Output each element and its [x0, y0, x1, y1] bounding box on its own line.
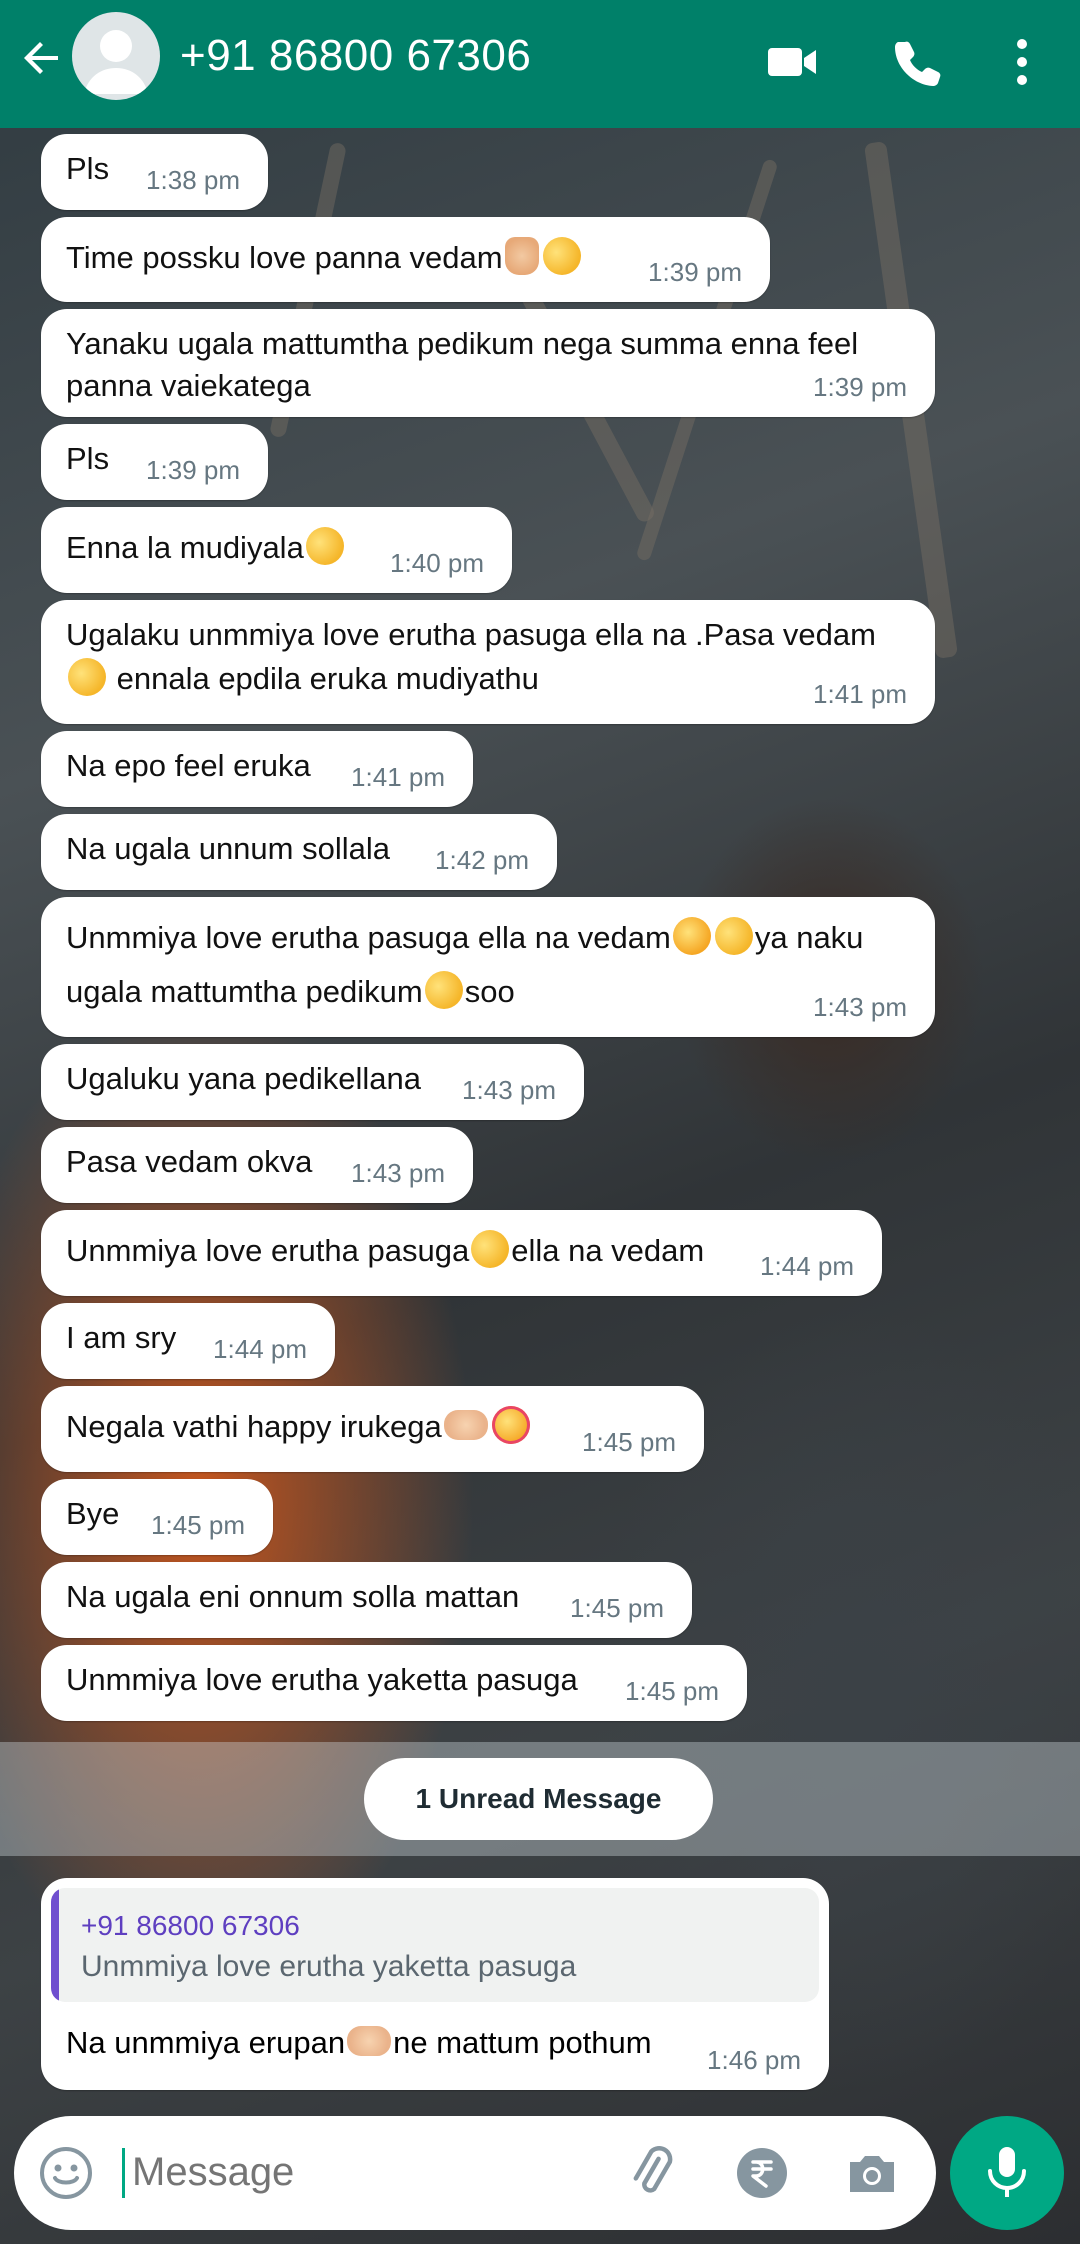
- message-time: 1:39 pm: [648, 257, 742, 287]
- message-time: 1:43 pm: [462, 1075, 556, 1105]
- rupee-payment-icon[interactable]: [736, 2147, 788, 2204]
- avatar[interactable]: [72, 12, 160, 100]
- message-text: Time possku love panna vedam: [66, 237, 583, 279]
- message-bubble[interactable]: Yanaku ugala mattumtha pedikum nega summ…: [41, 309, 935, 417]
- message-bubble[interactable]: Na ugala unnum sollala 1:42 pm: [41, 814, 557, 890]
- smiling-hearts-emoji-icon: [491, 1406, 530, 1444]
- message-time: 1:39 pm: [813, 372, 907, 402]
- pensive-emoji-icon: [714, 917, 753, 955]
- voice-call-icon[interactable]: [890, 34, 946, 90]
- quoted-text: Unmmiya love erutha yaketta pasuga: [81, 1950, 577, 1983]
- message-text: Na ugala unnum sollala: [66, 831, 390, 866]
- emoji-icon[interactable]: [38, 2145, 94, 2206]
- message-time: 1:44 pm: [760, 1251, 854, 1281]
- message-bubble[interactable]: Pasa vedam okva 1:43 pm: [41, 1127, 473, 1203]
- message-text: Ugaluku yana pedikellana: [66, 1061, 422, 1096]
- pray-emoji-icon: [504, 237, 539, 275]
- message-text: Unmmiya love erutha pasuga ella na vedam: [66, 1230, 704, 1272]
- message-text: Pasa vedam okva: [66, 1144, 313, 1179]
- message-bubble[interactable]: Unmmiya love erutha pasuga ella na vedam …: [41, 1210, 882, 1296]
- message-time: 1:42 pm: [435, 845, 529, 875]
- message-bubble[interactable]: Pls 1:39 pm: [41, 424, 268, 500]
- video-call-icon[interactable]: [764, 34, 820, 90]
- message-text: ugala mattumtha pedikum soo: [66, 971, 515, 1013]
- message-time: 1:41 pm: [813, 679, 907, 709]
- message-time: 1:41 pm: [351, 762, 445, 792]
- message-time: 1:45 pm: [625, 1676, 719, 1706]
- message-time: 1:39 pm: [146, 455, 240, 485]
- message-bubble[interactable]: Negala vathi happy irukega 1:45 pm: [41, 1386, 704, 1472]
- message-time: 1:43 pm: [813, 992, 907, 1022]
- pensive-emoji-icon: [68, 658, 106, 696]
- pensive-emoji-icon: [424, 971, 463, 1009]
- quoted-sender: +91 86800 67306: [81, 1910, 300, 1941]
- message-time: 1:43 pm: [351, 1158, 445, 1188]
- message-text: ennala epdila eruka mudiyathu: [66, 658, 539, 700]
- message-time: 1:40 pm: [390, 548, 484, 578]
- message-bubble[interactable]: I am sry 1:44 pm: [41, 1303, 335, 1379]
- mic-button[interactable]: [950, 2116, 1064, 2230]
- handshake-emoji-icon: [443, 1410, 488, 1440]
- message-bubble[interactable]: Pls 1:38 pm: [41, 134, 268, 210]
- message-bubble[interactable]: Na ugala eni onnum solla mattan 1:45 pm: [41, 1562, 692, 1638]
- message-bubble[interactable]: Unmmiya love erutha yaketta pasuga 1:45 …: [41, 1645, 747, 1721]
- message-text: Na ugala eni onnum solla mattan: [66, 1579, 520, 1614]
- message-text: Ugalaku unmmiya love erutha pasuga ella …: [66, 617, 876, 652]
- message-bubble[interactable]: Time possku love panna vedam 1:39 pm: [41, 217, 770, 302]
- message-text: Pls: [66, 441, 110, 476]
- mic-icon: [988, 2147, 1026, 2197]
- message-bubble[interactable]: Bye 1:45 pm: [41, 1479, 273, 1555]
- message-text: Negala vathi happy irukega: [66, 1406, 532, 1448]
- message-bubble[interactable]: Enna la mudiyala 1:40 pm: [41, 507, 512, 593]
- message-text: Unmmiya love erutha yaketta pasuga: [66, 1662, 578, 1697]
- text-caret: [122, 2148, 125, 2198]
- quoted-message[interactable]: +91 86800 67306 Unmmiya love erutha yake…: [51, 1888, 819, 2002]
- pensive-emoji-icon: [471, 1230, 510, 1268]
- more-options-icon[interactable]: [1002, 34, 1058, 90]
- message-time: 1:44 pm: [213, 1334, 307, 1364]
- message-input[interactable]: [132, 2150, 612, 2195]
- message-bubble[interactable]: Unmmiya love erutha pasuga ella na vedam…: [41, 897, 935, 1037]
- message-bubble[interactable]: Ugaluku yana pedikellana 1:43 pm: [41, 1044, 584, 1120]
- chat-header: +91 86800 67306: [0, 0, 1080, 128]
- message-text: Na unmmiya erupan ne mattum pothum: [66, 2025, 652, 2060]
- pensive-emoji-icon: [305, 527, 344, 565]
- message-bubble[interactable]: Ugalaku unmmiya love erutha pasuga ella …: [41, 600, 935, 724]
- quote-bar: [51, 1888, 59, 2002]
- message-time: 1:38 pm: [146, 165, 240, 195]
- message-text: Bye: [66, 1496, 120, 1531]
- message-composer: [14, 2116, 936, 2230]
- contact-name[interactable]: +91 86800 67306: [180, 30, 531, 82]
- message-text: Pls: [66, 151, 110, 186]
- message-text: I am sry: [66, 1320, 177, 1355]
- handshake-emoji-icon: [347, 2026, 392, 2056]
- pensive-emoji-icon: [542, 237, 581, 275]
- message-bubble[interactable]: Na epo feel eruka 1:41 pm: [41, 731, 473, 807]
- message-text: Unmmiya love erutha pasuga ella na vedam…: [66, 917, 863, 959]
- message-text: Yanaku ugala mattumtha pedikum nega summ…: [66, 326, 859, 403]
- message-text: Na epo feel eruka: [66, 748, 311, 783]
- message-text: Enna la mudiyala: [66, 527, 346, 569]
- pleading-emoji-icon: [672, 917, 711, 955]
- message-time: 1:45 pm: [151, 1510, 245, 1540]
- reply-message-bubble[interactable]: +91 86800 67306 Unmmiya love erutha yake…: [41, 1878, 829, 2090]
- message-time: 1:46 pm: [707, 2045, 801, 2075]
- message-time: 1:45 pm: [582, 1427, 676, 1457]
- camera-icon[interactable]: [844, 2146, 900, 2207]
- message-time: 1:45 pm: [570, 1593, 664, 1623]
- attach-icon[interactable]: [622, 2143, 682, 2208]
- back-arrow-icon[interactable]: [18, 34, 66, 82]
- unread-divider: 1 Unread Message: [364, 1758, 713, 1840]
